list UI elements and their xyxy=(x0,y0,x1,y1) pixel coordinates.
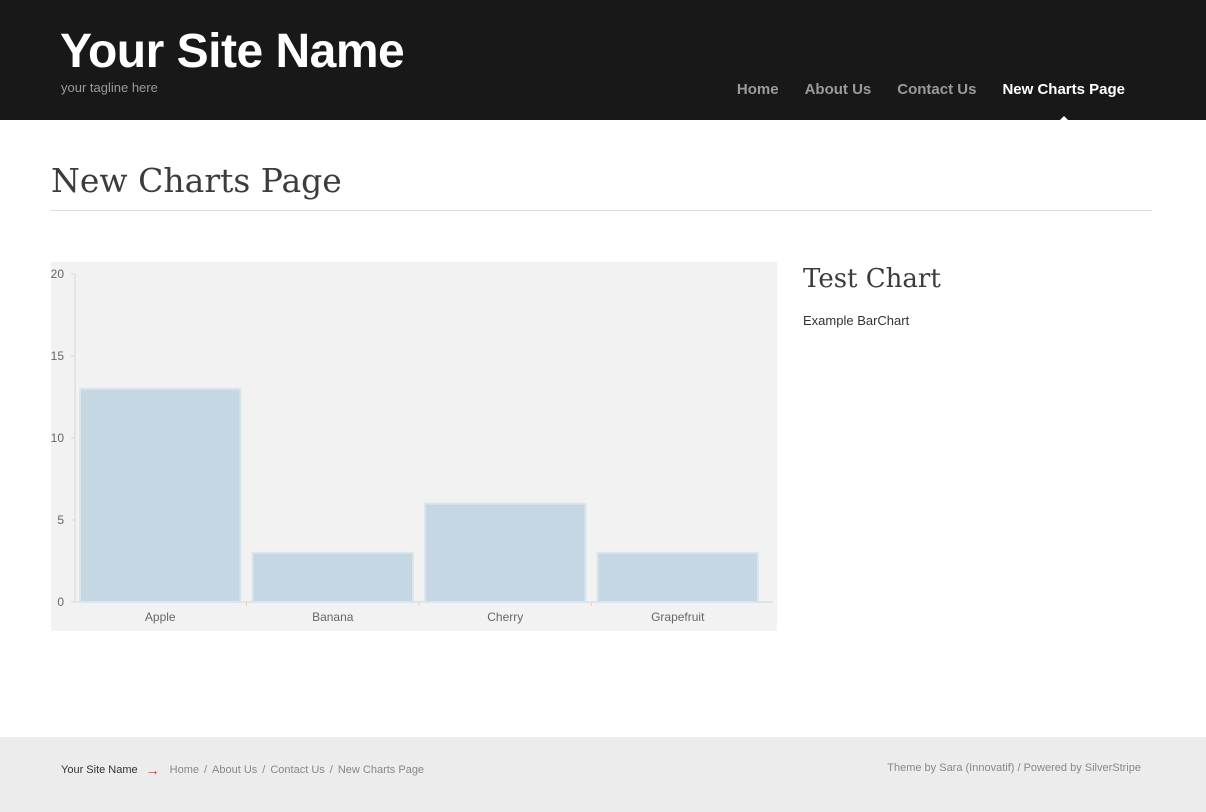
x-tick-label: Grapefruit xyxy=(651,610,705,624)
x-tick-label: Apple xyxy=(145,610,176,624)
sidebar-title: Test Chart xyxy=(803,264,941,294)
footer-crumb-new-charts-page: New Charts Page xyxy=(337,764,425,776)
nav-active-caret-icon xyxy=(1057,116,1070,122)
footer-separator: / xyxy=(329,764,333,776)
footer-site-name[interactable]: Your Site Name xyxy=(61,764,138,776)
bar-apple xyxy=(79,387,242,603)
arrow-right-icon: → xyxy=(145,762,160,778)
footer-separator: / xyxy=(203,764,208,776)
site-header: Your Site Name your tagline here Home Ab… xyxy=(0,0,1206,122)
sidebar-text: Example BarChart xyxy=(803,313,910,328)
nav-item-new-charts-page[interactable]: New Charts Page xyxy=(989,80,1138,122)
y-tick-label: 15 xyxy=(51,349,64,363)
bar-banana xyxy=(251,551,414,603)
y-tick-label: 0 xyxy=(57,595,64,609)
footer-separator: / xyxy=(262,764,266,776)
footer-credits: Theme by Sara (Innovatif) / Powered by S… xyxy=(887,762,1141,774)
footer-crumb-home[interactable]: Home xyxy=(170,764,199,776)
bar-grapefruit xyxy=(596,551,759,603)
site-footer: Your Site Name → Home / About Us / Conta… xyxy=(0,737,1206,812)
footer-breadcrumb: Your Site Name → Home / About Us / Conta… xyxy=(61,762,424,778)
nav-item-about-us[interactable]: About Us xyxy=(792,80,885,100)
title-divider xyxy=(51,210,1152,211)
nav-item-home[interactable]: Home xyxy=(724,80,792,100)
x-tick-label: Cherry xyxy=(487,610,523,624)
y-tick-label: 5 xyxy=(57,513,64,527)
site-name-link[interactable]: Your Site Name xyxy=(60,24,405,80)
bar-chart: 0 5 10 15 20 Apple Banana Cherry Grapefruit xyxy=(51,262,777,631)
y-tick-label: 20 xyxy=(51,267,64,281)
page-title: New Charts Page xyxy=(51,161,342,200)
nav-item-contact-us[interactable]: Contact Us xyxy=(884,80,989,100)
site-tagline: your tagline here xyxy=(61,80,158,95)
footer-crumb-about-us[interactable]: About Us xyxy=(212,764,257,776)
bar-cherry xyxy=(424,502,587,604)
footer-crumb-contact-us[interactable]: Contact Us xyxy=(270,764,324,776)
x-tick-label: Banana xyxy=(312,610,354,624)
y-tick-label: 10 xyxy=(51,431,64,445)
main-nav: Home About Us Contact Us New Charts Page xyxy=(724,80,1138,122)
bar-chart-svg: 0 5 10 15 20 Apple Banana Cherry Grapefruit xyxy=(51,267,773,624)
